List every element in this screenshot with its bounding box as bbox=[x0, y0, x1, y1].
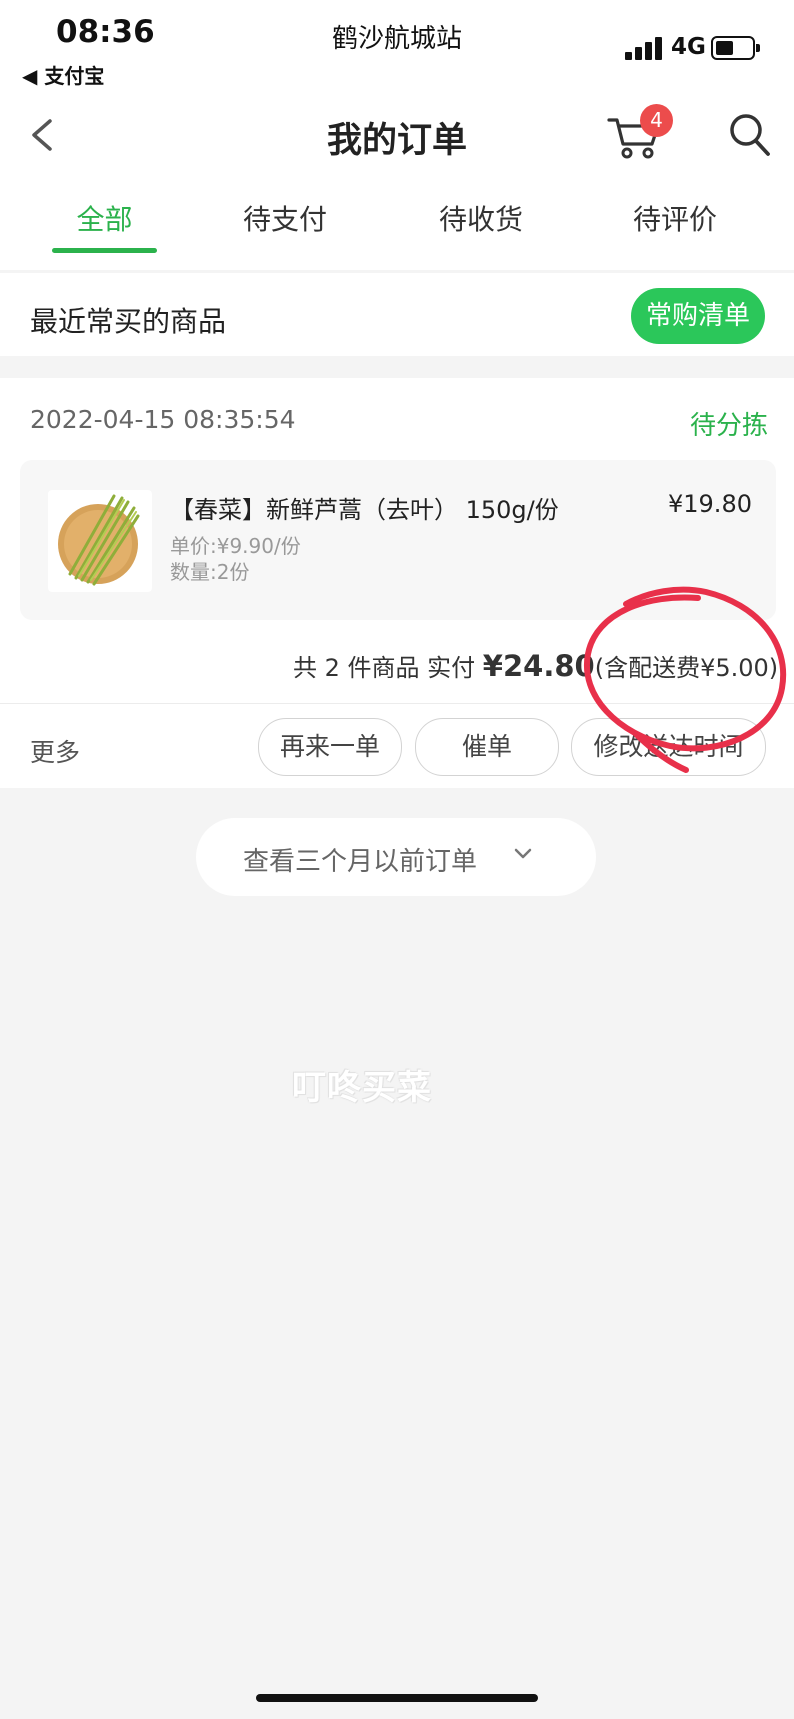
item-quantity: 数量:2份 bbox=[170, 560, 250, 584]
tab-pending-receipt[interactable]: 待收货 bbox=[426, 198, 536, 238]
battery-level bbox=[716, 41, 733, 55]
summary-delivery-fee: (含配送费¥5.00) bbox=[594, 654, 779, 682]
back-to-app-link[interactable]: ◀ 支付宝 bbox=[22, 60, 104, 89]
battery-icon bbox=[711, 36, 760, 60]
summary-total: ¥24.80 bbox=[482, 649, 595, 683]
tab-all[interactable]: 全部 bbox=[52, 198, 157, 238]
summary-prefix: 共 2 件商品 实付 bbox=[293, 654, 476, 682]
change-delivery-time-button[interactable]: 修改送达时间 bbox=[571, 718, 766, 776]
search-icon[interactable] bbox=[728, 112, 772, 158]
page-title: 我的订单 bbox=[326, 121, 467, 161]
reorder-button[interactable]: 再来一单 bbox=[258, 718, 402, 776]
more-link[interactable]: 更多 bbox=[30, 733, 80, 769]
cart-count-badge: 4 bbox=[640, 104, 673, 137]
item-unit-price: 单价:¥9.90/份 bbox=[170, 534, 301, 558]
network-type: 4G bbox=[671, 34, 706, 60]
product-image bbox=[48, 490, 152, 592]
recent-items-label: 最近常买的商品 bbox=[30, 305, 227, 338]
urge-order-button[interactable]: 催单 bbox=[415, 718, 559, 776]
home-indicator bbox=[256, 1694, 538, 1702]
frequent-list-button[interactable]: 常购清单 bbox=[631, 288, 765, 344]
order-status: 待分拣 bbox=[690, 411, 769, 441]
earlier-orders-label: 查看三个月以前订单 bbox=[243, 847, 478, 877]
order-summary: 共 2 件商品 实付 ¥24.80(含配送费¥5.00) bbox=[293, 648, 778, 683]
item-price: ¥19.80 bbox=[668, 490, 752, 518]
tab-pending-payment[interactable]: 待支付 bbox=[230, 198, 340, 238]
chevron-down-icon bbox=[514, 848, 532, 859]
watermark-text: 叮咚买菜 bbox=[292, 1068, 432, 1108]
tab-pending-review[interactable]: 待评价 bbox=[620, 198, 730, 238]
active-tab-indicator bbox=[52, 248, 157, 253]
watermark: 叮咚买菜 bbox=[292, 1060, 432, 1109]
signal-icon bbox=[625, 36, 665, 60]
divider bbox=[0, 703, 794, 704]
item-title: 【春菜】新鲜芦蒿（去叶） 150g/份 bbox=[170, 496, 559, 524]
order-time: 2022-04-15 08:35:54 bbox=[30, 405, 296, 434]
